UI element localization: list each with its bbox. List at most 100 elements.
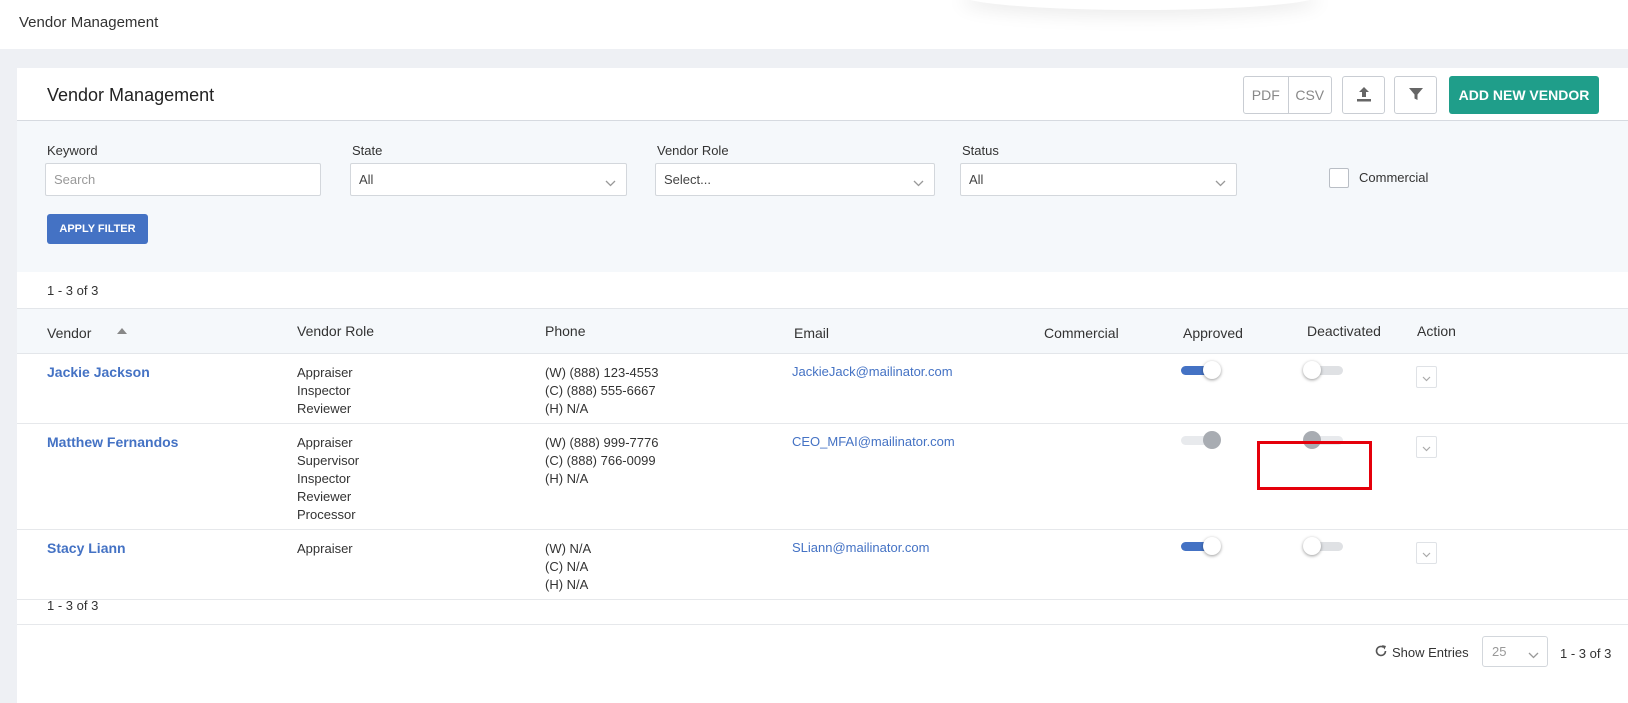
- add-new-vendor-button[interactable]: ADD NEW VENDOR: [1449, 76, 1599, 114]
- entries-per-page-select[interactable]: 25: [1482, 636, 1548, 667]
- page-title: Vendor Management: [47, 85, 215, 105]
- role-item: Reviewer: [297, 489, 352, 504]
- commercial-checkbox[interactable]: [1329, 168, 1349, 188]
- approved-toggle[interactable]: [1179, 360, 1223, 380]
- show-entries-control[interactable]: Show Entries: [1374, 644, 1469, 661]
- col-header-commercial: Commercial: [1044, 325, 1119, 341]
- vendor-name-link[interactable]: Jackie Jackson: [47, 364, 150, 380]
- status-select[interactable]: All: [960, 163, 1237, 196]
- chevron-down-icon: [1215, 175, 1226, 190]
- chevron-down-icon: [605, 175, 616, 190]
- export-pdf-button[interactable]: PDF: [1244, 77, 1288, 113]
- phone-item: (H) N/A: [545, 401, 589, 416]
- table-row: Stacy Liann Appraiser (W) N/A (C) N/A (H…: [17, 530, 1628, 600]
- vendor-role-select[interactable]: Select...: [655, 163, 935, 196]
- export-button-group: PDF CSV: [1243, 76, 1332, 114]
- result-count-bottom: 1 - 3 of 3: [47, 598, 99, 613]
- entries-per-page-value: 25: [1492, 644, 1507, 659]
- top-bar: Vendor Management: [0, 0, 1628, 49]
- upload-icon: [1355, 85, 1373, 106]
- col-header-vendor[interactable]: Vendor: [47, 325, 91, 341]
- filter-toggle-button[interactable]: [1394, 76, 1437, 114]
- role-item: Supervisor: [297, 453, 360, 468]
- upload-button[interactable]: [1342, 76, 1385, 114]
- phone-item: (W) (888) 999-7776: [545, 435, 659, 450]
- highlight-annotation: [1257, 441, 1372, 490]
- chevron-down-icon: [1422, 546, 1431, 561]
- chevron-down-icon: [913, 175, 924, 190]
- vendor-role-label: Vendor Role: [657, 143, 729, 158]
- status-select-value: All: [969, 172, 984, 187]
- table-row: Matthew Fernandos Appraiser Supervisor I…: [17, 424, 1628, 530]
- role-item: Appraiser: [297, 435, 353, 450]
- state-label: State: [352, 143, 383, 158]
- role-item: Inspector: [297, 471, 351, 486]
- vendor-email-link[interactable]: SLiann@mailinator.com: [792, 540, 929, 555]
- vendor-phones: (W) (888) 999-7776 (C) (888) 766-0099 (H…: [545, 434, 658, 488]
- chevron-down-icon: [1422, 440, 1431, 455]
- sort-ascending-icon[interactable]: [117, 328, 127, 334]
- col-header-action: Action: [1417, 323, 1456, 339]
- phone-item: (H) N/A: [545, 577, 589, 592]
- chevron-down-icon: [1422, 370, 1431, 385]
- export-csv-button[interactable]: CSV: [1287, 77, 1332, 113]
- toggle-knob: [1303, 537, 1321, 555]
- status-label: Status: [962, 143, 999, 158]
- vendor-phones: (W) N/A (C) N/A (H) N/A: [545, 540, 591, 594]
- vendor-role-select-value: Select...: [664, 172, 711, 187]
- commercial-checkbox-label: Commercial: [1359, 170, 1429, 185]
- action-dropdown-button[interactable]: [1416, 366, 1437, 388]
- col-header-phone: Phone: [545, 323, 586, 339]
- deactivated-toggle[interactable]: [1303, 360, 1347, 380]
- role-item: Appraiser: [297, 365, 353, 380]
- state-select-value: All: [359, 172, 374, 187]
- breadcrumb: Vendor Management: [19, 14, 159, 31]
- filter-area: Keyword Search State All Vendor Role Sel…: [17, 121, 1628, 272]
- action-dropdown-button[interactable]: [1416, 542, 1437, 564]
- approved-toggle[interactable]: [1179, 536, 1223, 556]
- show-entries-label: Show Entries: [1392, 645, 1469, 660]
- keyword-label: Keyword: [47, 143, 98, 158]
- chevron-down-icon: [1528, 647, 1539, 662]
- phone-item: (W) (888) 123-4553: [545, 365, 659, 380]
- footer-divider: [17, 624, 1628, 625]
- role-item: Reviewer: [297, 401, 352, 416]
- table-row: Jackie Jackson Appraiser Inspector Revie…: [17, 354, 1628, 424]
- vendor-panel: Vendor Management PDF CSV ADD NEW VENDOR…: [17, 68, 1628, 703]
- vendor-roles: Appraiser Supervisor Inspector Reviewer …: [297, 434, 359, 524]
- vendor-name-link[interactable]: Matthew Fernandos: [47, 434, 178, 450]
- col-header-deactivated: Deactivated: [1307, 323, 1381, 339]
- refresh-icon: [1374, 644, 1388, 661]
- toggle-knob: [1203, 431, 1221, 449]
- role-item: Inspector: [297, 383, 351, 398]
- role-item: Appraiser: [297, 541, 353, 556]
- toggle-knob: [1203, 537, 1221, 555]
- col-header-email: Email: [794, 325, 830, 341]
- keyword-placeholder: Search: [54, 172, 96, 187]
- phone-item: (H) N/A: [545, 471, 589, 486]
- phone-item: (W) N/A: [545, 541, 592, 556]
- dropdown-shadow: [960, 0, 1320, 10]
- col-header-vendor-role: Vendor Role: [297, 323, 375, 339]
- filter-icon: [1408, 86, 1424, 105]
- action-dropdown-button[interactable]: [1416, 436, 1437, 458]
- vendor-email-link[interactable]: JackieJack@mailinator.com: [792, 364, 953, 379]
- vendor-roles: Appraiser: [297, 540, 353, 558]
- apply-filter-button[interactable]: APPLY FILTER: [47, 214, 148, 244]
- toggle-knob: [1303, 361, 1321, 379]
- phone-item: (C) N/A: [545, 559, 589, 574]
- approved-toggle[interactable]: [1179, 430, 1223, 450]
- col-header-approved: Approved: [1183, 325, 1243, 341]
- table-header: Vendor Vendor Role Phone Email Commercia…: [17, 308, 1628, 354]
- phone-item: (C) (888) 555-6667: [545, 383, 656, 398]
- state-select[interactable]: All: [350, 163, 627, 196]
- deactivated-toggle[interactable]: [1303, 536, 1347, 556]
- pagination-range: 1 - 3 of 3: [1560, 646, 1612, 661]
- col-header-vendor-label: Vendor: [47, 325, 92, 341]
- toggle-knob: [1203, 361, 1221, 379]
- panel-header: Vendor Management PDF CSV ADD NEW VENDOR: [17, 68, 1628, 121]
- keyword-search-input[interactable]: Search: [45, 163, 321, 196]
- vendor-email-link[interactable]: CEO_MFAI@mailinator.com: [792, 434, 955, 449]
- phone-item: (C) (888) 766-0099: [545, 453, 656, 468]
- vendor-name-link[interactable]: Stacy Liann: [47, 540, 126, 556]
